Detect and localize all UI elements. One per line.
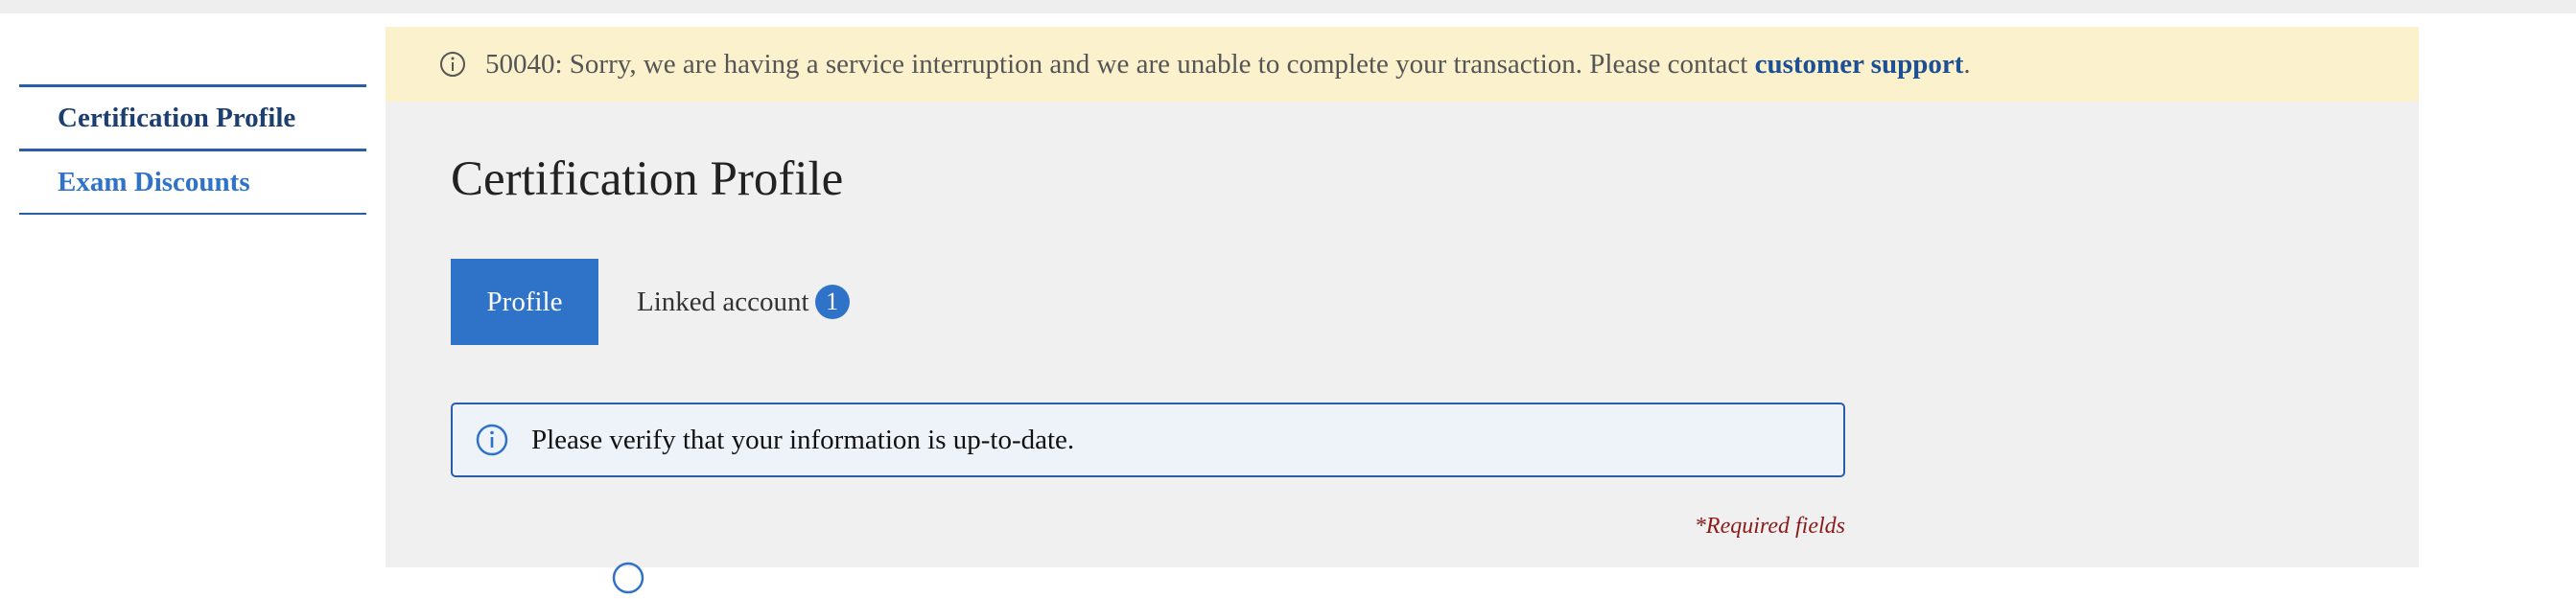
- verify-info-message: Please verify that your information is u…: [531, 424, 1075, 455]
- page-title: Certification Profile: [451, 152, 844, 206]
- main-panel: 50040: Sorry, we are having a service in…: [386, 27, 2419, 594]
- verify-info-box: Please verify that your information is u…: [451, 403, 1845, 477]
- service-alert: 50040: Sorry, we are having a service in…: [386, 27, 2419, 102]
- alert-message: 50040: Sorry, we are having a service in…: [485, 48, 1971, 80]
- tab-profile[interactable]: Profile: [451, 259, 598, 345]
- info-circle-icon: [476, 424, 508, 456]
- tab-linked-account-label: Linked account: [637, 286, 809, 317]
- tab-linked-account[interactable]: Linked account 1: [637, 285, 850, 319]
- sidebar: Certification Profile Exam Discounts: [19, 84, 366, 215]
- sidebar-divider: [19, 213, 366, 215]
- profile-tabs: Profile Linked account 1: [451, 259, 850, 345]
- top-strip: [0, 0, 2576, 13]
- sidebar-item-exam-discounts[interactable]: Exam Discounts: [19, 149, 366, 213]
- linked-account-count-badge: 1: [814, 285, 850, 319]
- sidebar-item-certification-profile[interactable]: Certification Profile: [19, 84, 366, 149]
- customer-support-link[interactable]: customer support: [1755, 49, 1964, 80]
- required-fields-note: *Required fields: [1694, 514, 1845, 539]
- info-circle-icon: [439, 51, 466, 78]
